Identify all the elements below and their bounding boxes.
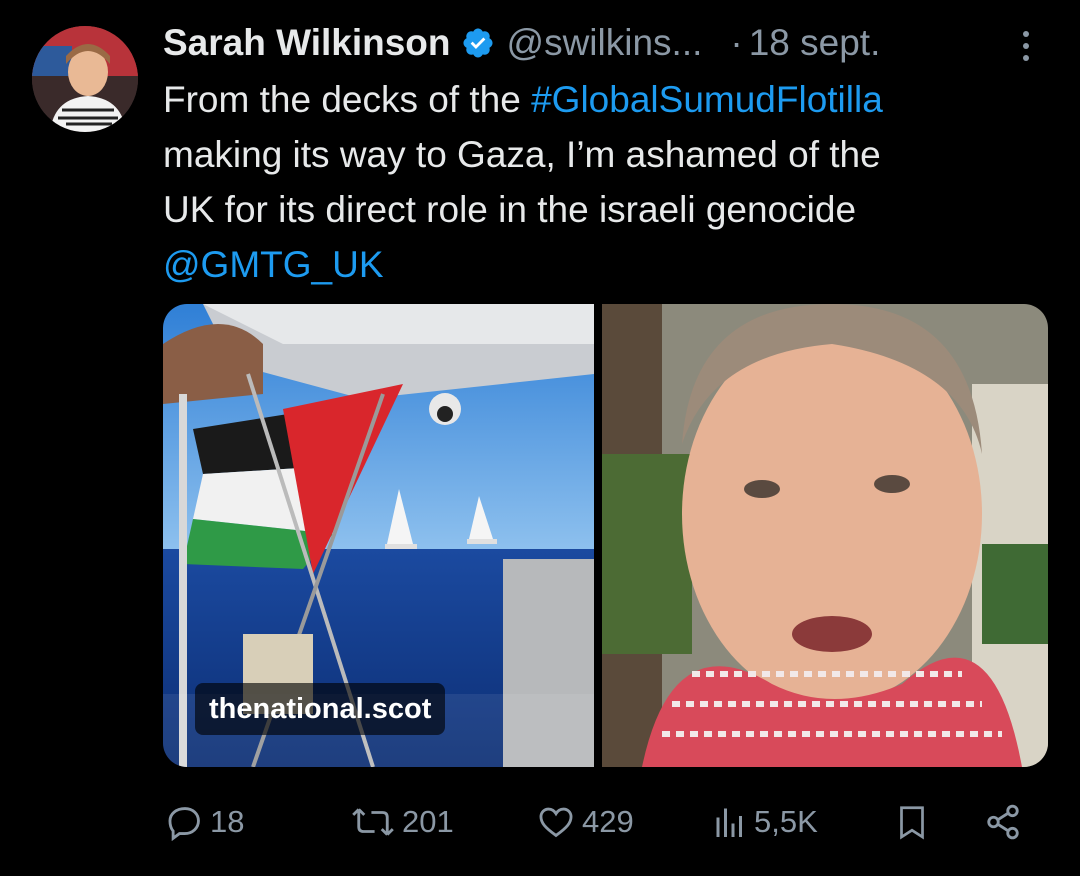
reply-count: 18 [210, 804, 245, 839]
tweet-text-span: From the decks of the [163, 79, 532, 120]
media-source-badge[interactable]: thenational.scot [195, 683, 446, 735]
repost-icon [352, 808, 394, 836]
author-name[interactable]: Sarah Wilkinson [163, 22, 451, 64]
tweet-text-line: making its way to Gaza, I’m ashamed of t… [163, 127, 1043, 182]
tweet-text-line: From the decks of the #GlobalSumudFlotil… [163, 72, 1043, 127]
avatar[interactable] [32, 26, 138, 132]
bookmark-icon [900, 806, 924, 840]
share-icon [987, 804, 1019, 840]
tweet-header: Sarah Wilkinson @swilkins... · 18 sept. [163, 18, 880, 68]
repost-count: 201 [402, 804, 454, 839]
views-button[interactable]: 5,5K [712, 792, 818, 852]
more-icon[interactable] [1018, 28, 1034, 64]
tweet-text-line: @GMTG_UK [163, 237, 1043, 292]
views-icon [716, 808, 742, 837]
action-bar: 18 201 429 5,5K [0, 792, 1080, 852]
separator-dot: · [730, 22, 743, 63]
like-button[interactable]: 429 [536, 792, 634, 852]
speaker-photo[interactable] [602, 304, 1048, 767]
tweet-text-line: UK for its direct role in the israeli ge… [163, 182, 1043, 237]
tweet-text: From the decks of the #GlobalSumudFlotil… [163, 72, 1043, 292]
tweet[interactable]: Sarah Wilkinson @swilkins... · 18 sept. … [0, 0, 1080, 876]
bookmark-button[interactable] [894, 792, 930, 852]
timestamp[interactable]: 18 sept. [749, 22, 881, 64]
verified-badge-icon [462, 28, 493, 58]
tweet-text-span: UK for its direct role in the israeli ge… [163, 189, 857, 230]
repost-button[interactable]: 201 [350, 792, 454, 852]
share-button[interactable] [984, 792, 1022, 852]
reply-icon [168, 807, 200, 841]
like-count: 429 [582, 804, 634, 839]
reply-button[interactable]: 18 [166, 792, 244, 852]
views-count: 5,5K [754, 804, 818, 839]
tweet-text-span: making its way to Gaza, I’m ashamed of t… [163, 134, 881, 175]
author-handle[interactable]: @swilkins... [507, 22, 703, 64]
like-icon [539, 807, 573, 838]
hashtag-link[interactable]: #GlobalSumudFlotilla [531, 79, 883, 120]
mention-link[interactable]: @GMTG_UK [163, 244, 384, 285]
